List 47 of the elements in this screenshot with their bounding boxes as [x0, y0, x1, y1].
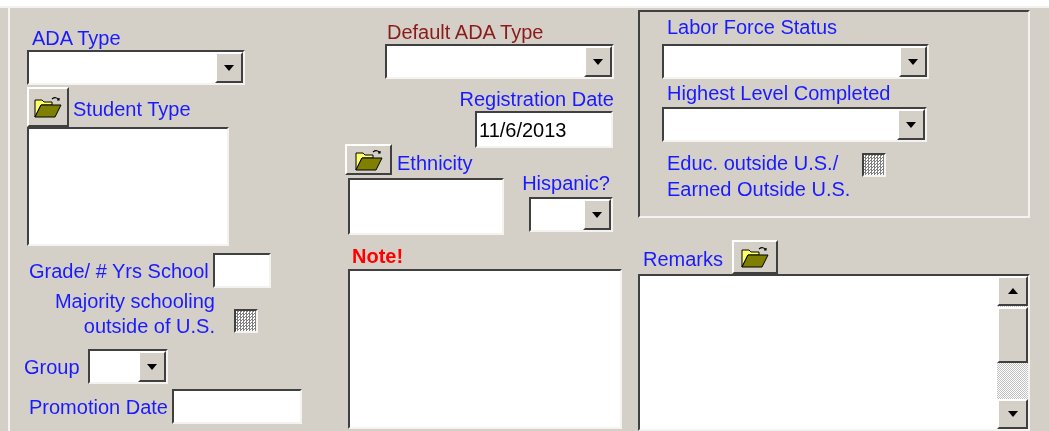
checkbox[interactable] [862, 153, 887, 177]
field-label: Highest Level Completed [667, 81, 892, 105]
text-field[interactable] [171, 389, 302, 424]
caret-icon [906, 121, 916, 128]
field-label: Group [24, 354, 80, 379]
folder-icon [34, 96, 62, 118]
dropdown[interactable] [662, 44, 929, 79]
field-label: Ethnicity [397, 151, 473, 175]
scroll-down-button[interactable] [997, 399, 1028, 429]
field-label: ADA Type [32, 26, 122, 50]
folder-button[interactable] [27, 87, 69, 127]
folder-button[interactable] [345, 144, 392, 175]
field-label: Grade/ # Yrs School [29, 258, 209, 283]
field-label: Majority schooling outside of U.S. [53, 289, 215, 339]
field-label: Student Type [73, 97, 191, 121]
remarks-text-area[interactable] [638, 274, 1030, 431]
field-label: Default ADA Type [387, 20, 545, 44]
field-label: Labor Force Status [667, 15, 839, 39]
caret-icon [908, 58, 918, 65]
note-label: Note! [352, 244, 405, 268]
field-label: Hispanic? [522, 171, 610, 195]
caret-icon [146, 363, 157, 370]
folder-button[interactable] [732, 240, 778, 274]
caret-icon [592, 211, 602, 218]
scrollbar[interactable] [997, 276, 1028, 429]
dropdown[interactable] [662, 107, 927, 142]
caret-icon [224, 64, 234, 71]
checkbox[interactable] [234, 309, 258, 333]
date-field[interactable]: 11/6/2013 [475, 111, 613, 148]
folder-icon [354, 148, 383, 171]
dropdown[interactable] [529, 197, 613, 232]
dropdown[interactable] [385, 44, 614, 79]
caret-icon [1007, 411, 1018, 417]
field-label: Remarks [643, 247, 723, 271]
scroll-up-button[interactable] [997, 276, 1028, 306]
dropdown[interactable] [87, 349, 168, 384]
field-label: Registration Date [459, 87, 614, 111]
field-label: Educ. outside U.S./ Earned Outside U.S. [667, 151, 851, 202]
list-box[interactable] [348, 178, 504, 235]
up-arrow-icon [1007, 288, 1018, 294]
folder-icon [741, 246, 769, 268]
caret-icon [593, 58, 603, 65]
field-label: Promotion Date [29, 394, 168, 419]
text-field[interactable] [212, 253, 271, 288]
scroll-thumb[interactable] [997, 307, 1028, 363]
dropdown[interactable] [27, 50, 245, 85]
list-box[interactable] [27, 127, 229, 246]
